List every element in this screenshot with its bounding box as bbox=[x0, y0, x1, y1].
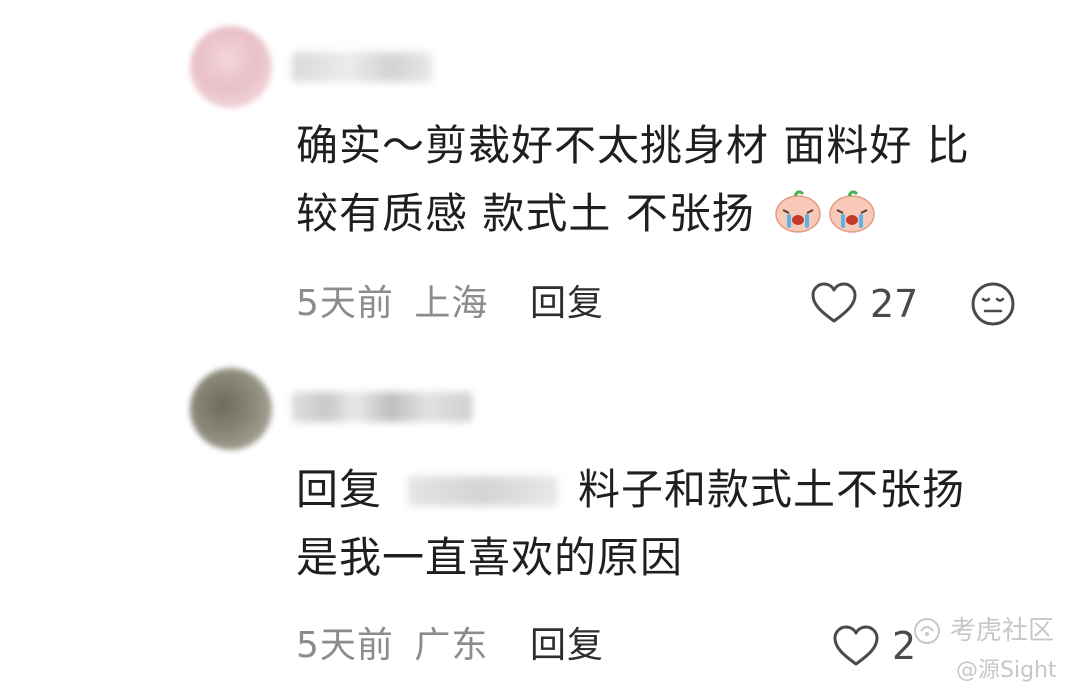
comment-text: 确实～剪裁好不太挑身材 面料好 比 较有质感 款式土 不张扬 bbox=[296, 112, 1056, 248]
watermark-brand: 考虎社区 bbox=[950, 616, 1055, 646]
comment-meta: 5天前 上海 bbox=[296, 282, 488, 326]
comment-text: 回复 料子和款式土不张扬 是我一直喜欢的原因 bbox=[296, 456, 1056, 592]
comment-text-line: 回复 料子和款式土不张扬 bbox=[296, 456, 1056, 524]
comment-location: 广东 bbox=[414, 625, 489, 666]
comment-text-segment: 料子和款式土不张扬 bbox=[578, 465, 966, 514]
comment-location: 上海 bbox=[414, 283, 489, 324]
crying-face-emoji-icon bbox=[829, 190, 875, 233]
crying-face-emoji-icon bbox=[775, 190, 821, 233]
comment-text-line: 较有质感 款式土 不张扬 bbox=[296, 180, 1056, 248]
avatar[interactable] bbox=[190, 26, 272, 108]
avatar[interactable] bbox=[190, 368, 272, 450]
reply-prefix: 回复 bbox=[296, 465, 383, 514]
username-blurred[interactable] bbox=[292, 52, 432, 82]
watermark-author: @源Sight bbox=[956, 658, 1057, 683]
comment-text-segment: 较有质感 款式土 不张扬 bbox=[296, 189, 755, 238]
like-count: 27 bbox=[870, 282, 919, 326]
neutral-face-icon[interactable] bbox=[970, 281, 1016, 327]
comment-text-line: 确实～剪裁好不太挑身材 面料好 比 bbox=[296, 121, 970, 170]
heart-icon[interactable] bbox=[832, 624, 880, 668]
username-blurred[interactable] bbox=[292, 392, 472, 422]
reply-target-blurred[interactable] bbox=[408, 476, 559, 506]
reply-button[interactable]: 回复 bbox=[530, 624, 604, 668]
watermark-logo-icon bbox=[914, 618, 940, 644]
reply-button[interactable]: 回复 bbox=[530, 282, 604, 326]
comment-text-line: 是我一直喜欢的原因 bbox=[296, 533, 684, 582]
comment-time: 5天前 bbox=[296, 625, 394, 666]
heart-icon[interactable] bbox=[810, 281, 858, 325]
comment-meta: 5天前 广东 bbox=[296, 624, 488, 668]
comment-time: 5天前 bbox=[296, 283, 394, 324]
